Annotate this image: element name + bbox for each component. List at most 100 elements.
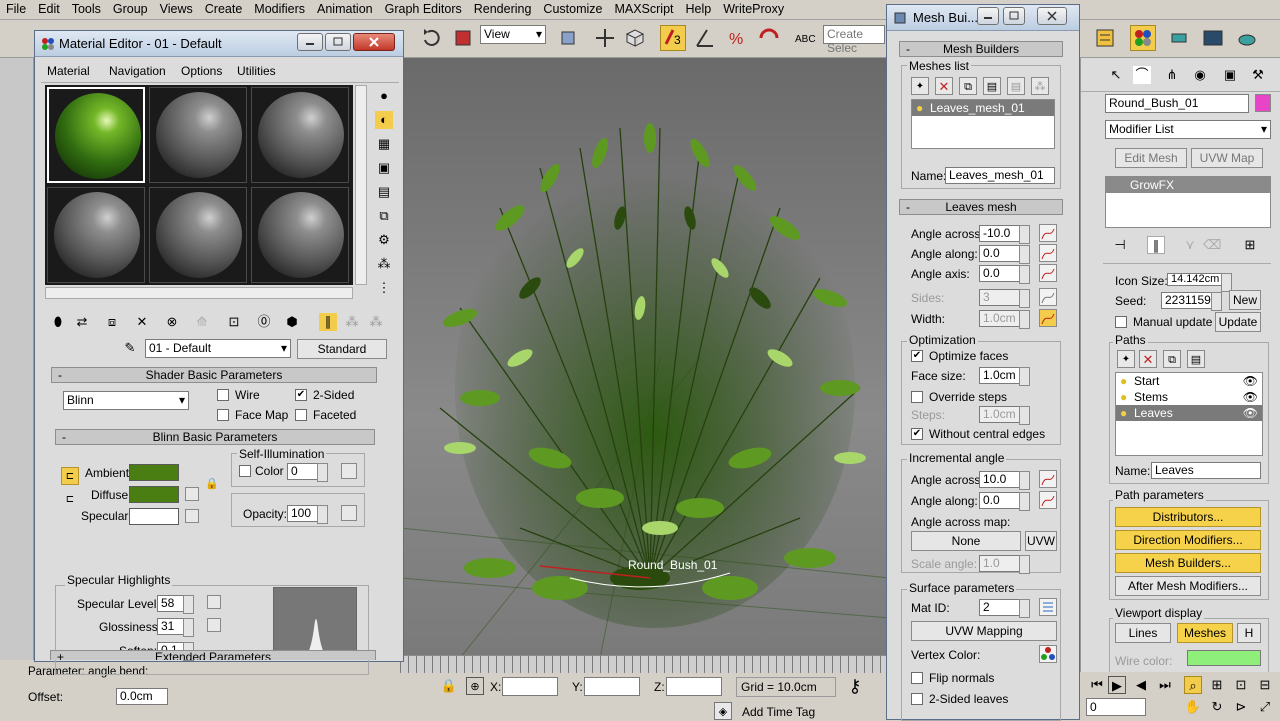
sample-slot-4[interactable]	[47, 187, 145, 283]
blinn-basic-parameters-rollout[interactable]: - Blinn Basic Parameters	[55, 429, 375, 445]
menu-edit[interactable]: Edit	[32, 0, 66, 16]
two-sided-leaves-checkbox[interactable]	[911, 693, 923, 705]
sample-uv-tiling-icon[interactable]: ▣	[375, 159, 393, 177]
zoom-all-icon[interactable]: ⊞	[1208, 676, 1226, 694]
spinner-snap-icon[interactable]	[756, 25, 782, 51]
uvw-map-button[interactable]: UVW Map	[1191, 148, 1263, 168]
mat-menu-utilities[interactable]: Utilities	[237, 64, 276, 78]
menu-graph-editors[interactable]: Graph Editors	[379, 0, 468, 16]
material-editor-titlebar[interactable]: Material Editor - 01 - Default	[35, 31, 403, 57]
angle-across-spinner[interactable]: -10.0	[979, 225, 1030, 244]
manual-update-checkbox[interactable]	[1115, 316, 1127, 328]
delete-mesh-icon[interactable]: ✕	[935, 77, 953, 95]
menu-help[interactable]: Help	[680, 0, 718, 16]
new-seed-button[interactable]: New	[1229, 290, 1261, 310]
menu-writeproxy[interactable]: WriteProxy	[717, 0, 790, 16]
sample-slot-3[interactable]	[251, 87, 349, 183]
mesh-builders-rollout[interactable]: - Mesh Builders	[899, 41, 1063, 57]
extended-parameters-rollout[interactable]: + Extended Parameters	[50, 650, 376, 660]
show-end-result-icon[interactable]: ⬢	[283, 313, 301, 331]
glossiness-spinner[interactable]: 31	[157, 618, 194, 637]
key-icon[interactable]: ⚷	[846, 677, 864, 695]
self-illum-value-spinner[interactable]: 0	[287, 463, 328, 482]
opacity-map-button[interactable]	[341, 505, 357, 521]
face-map-checkbox[interactable]	[217, 409, 229, 421]
self-illum-color-checkbox[interactable]	[239, 465, 251, 477]
make-unique-stack-icon[interactable]: ⋎	[1181, 236, 1199, 254]
direction-modifiers-button[interactable]: Direction Modifiers...	[1115, 530, 1261, 550]
light-bulb-icon[interactable]: ●	[1120, 405, 1127, 421]
move-up-icon[interactable]: ⁂	[1031, 77, 1049, 95]
background-checker-icon[interactable]: ▦	[375, 135, 393, 153]
specular-color-swatch[interactable]	[129, 508, 179, 525]
steps-spinner[interactable]: 1.0cm	[979, 406, 1030, 425]
angle-axis-spinner[interactable]: 0.0	[979, 265, 1030, 284]
width-spinner[interactable]: 1.0cm	[979, 310, 1030, 329]
meshes-listbox[interactable]: ● Leaves_mesh_01	[911, 99, 1055, 149]
uvw-mapping-button[interactable]: UVW Mapping	[911, 621, 1057, 641]
faceted-checkbox[interactable]	[295, 409, 307, 421]
utilities-tab-icon[interactable]: ⚒	[1249, 66, 1267, 84]
field-of-view-icon[interactable]: ⊳	[1232, 698, 1250, 716]
go-to-start-icon[interactable]: ⏮	[1088, 676, 1106, 694]
keyboard-shortcut-icon[interactable]	[622, 25, 648, 51]
go-backward-sibling-icon[interactable]: ⁂	[367, 313, 385, 331]
diffuse-map-button[interactable]	[185, 487, 199, 501]
go-forward-sibling-icon[interactable]: ⁂	[343, 313, 361, 331]
inc-angle-across-curve-icon[interactable]	[1039, 470, 1057, 488]
angle-snap-icon[interactable]	[692, 25, 718, 51]
play-icon[interactable]: ▶	[1108, 676, 1126, 694]
copy-path-icon[interactable]: ⧉	[1163, 350, 1181, 368]
update-button[interactable]: Update	[1215, 312, 1261, 332]
object-label-round-bush[interactable]: Round_Bush_01	[628, 558, 717, 572]
seed-spinner[interactable]: 2231159	[1161, 292, 1222, 311]
offset-input[interactable]: 0.0cm	[116, 688, 168, 705]
make-preview-icon[interactable]: ⧉	[375, 207, 393, 225]
width-curve-icon[interactable]	[1039, 309, 1057, 327]
light-bulb-icon[interactable]: ●	[1120, 389, 1127, 405]
lock-ambient-diffuse-link-icon[interactable]: ⊏	[61, 467, 79, 485]
menu-group[interactable]: Group	[107, 0, 154, 16]
shader-type-select[interactable]: Blinn ▾	[63, 391, 189, 410]
paste-path-icon[interactable]: ▤	[1187, 350, 1205, 368]
face-size-spinner[interactable]: 1.0cm	[979, 367, 1030, 386]
menu-modifiers[interactable]: Modifiers	[248, 0, 311, 16]
paths-listbox[interactable]: ● Start 👁 ● Stems 👁 ● Leaves 👁	[1115, 372, 1263, 456]
modifier-list-select[interactable]: Modifier List ▾	[1105, 120, 1271, 139]
icon-size-spinner[interactable]: 14.142cm	[1167, 273, 1232, 292]
mat-menu-navigation[interactable]: Navigation	[109, 64, 166, 78]
specular-map-button[interactable]	[185, 509, 199, 523]
lock-selection-icon[interactable]: 🔒	[440, 677, 458, 695]
reference-coordinate-select[interactable]: View ▾	[480, 25, 546, 44]
h-button[interactable]: H	[1237, 623, 1261, 643]
maximize-button[interactable]	[325, 33, 351, 51]
angle-across-curve-icon[interactable]	[1039, 224, 1057, 242]
motion-tab-icon[interactable]: ◉	[1191, 66, 1209, 84]
paste-mesh-icon[interactable]: ▤	[983, 77, 1001, 95]
get-material-icon[interactable]: ⬮	[49, 313, 67, 331]
stack-item-growfx[interactable]: GrowFX	[1106, 177, 1270, 193]
named-selection-input[interactable]: Create Selec	[823, 25, 885, 55]
menu-create[interactable]: Create	[199, 0, 249, 16]
sample-slot-5[interactable]	[149, 187, 247, 283]
glossiness-map-button[interactable]	[207, 618, 221, 632]
close-button[interactable]	[353, 33, 395, 51]
pick-material-eyedropper-icon[interactable]: ✎	[121, 339, 139, 357]
inc-angle-along-curve-icon[interactable]	[1039, 491, 1057, 509]
percent-snap-icon[interactable]: %	[724, 25, 750, 51]
without-central-edges-checkbox[interactable]: ✔	[911, 428, 923, 440]
put-to-scene-icon[interactable]: ⇄	[73, 313, 91, 331]
modify-tab-icon[interactable]: ⌒	[1133, 66, 1151, 84]
show-shaded-material-icon[interactable]: ⓪	[255, 313, 273, 331]
backlight-icon[interactable]: ◐	[375, 111, 393, 129]
object-color-swatch[interactable]	[1255, 94, 1271, 112]
zoom-icon[interactable]: ⌕	[1184, 676, 1202, 694]
mesh-builders-close-button[interactable]	[1037, 7, 1067, 25]
menu-maxscript[interactable]: MAXScript	[608, 0, 679, 16]
angle-across-map-none-button[interactable]: None	[911, 531, 1021, 551]
wire-color-swatch[interactable]	[1187, 650, 1261, 666]
mesh-builders-maximize-button[interactable]	[1003, 7, 1025, 25]
override-steps-checkbox[interactable]	[911, 391, 923, 403]
schematic-view-icon[interactable]	[1092, 25, 1118, 51]
distributors-button[interactable]: Distributors...	[1115, 507, 1261, 527]
